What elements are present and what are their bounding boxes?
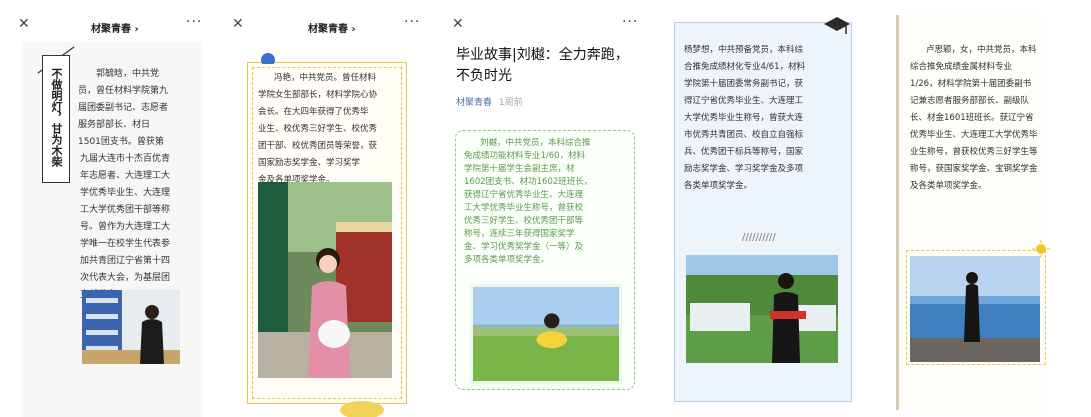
body-line: 杨梦想，中共预备党员，本科综 xyxy=(684,45,804,55)
account-name-link[interactable]: 材聚青春 › xyxy=(308,20,356,35)
body-line: 加共青团辽宁省第十四 xyxy=(80,256,171,266)
blue-dot-decoration xyxy=(261,53,275,64)
more-icon[interactable]: ··· xyxy=(622,15,638,29)
body-line: 称号，获国家奖学金、宝钢奖学金 xyxy=(910,164,1038,174)
close-icon[interactable]: ✕ xyxy=(232,17,244,31)
article-meta: 材聚青春 1周前 xyxy=(456,95,523,108)
body-line: 郭毓晗，中共党 xyxy=(96,69,160,79)
body-line: 学优秀毕业生、大连理 xyxy=(80,188,171,198)
article-panel-3: ✕ ··· 毕业故事|刘樾：全力奔跑，不负时光 材聚青春 1周前 刘樾，中共党员… xyxy=(444,0,644,417)
article-body: 卢思颖，女，中共党员，本科 综合推免成绩金属材料专业 1/26，材料学院第十届团… xyxy=(910,42,1090,195)
body-line: 长、材金1601班班长。获辽宁省 xyxy=(910,113,1034,123)
body-line: 工大学优秀毕业生称号，曾获校 xyxy=(464,203,584,213)
portrait-photo xyxy=(910,256,1040,362)
article-panel-1: ✕ 材聚青春 › ··· 不做明灯，甘为木柴 郭毓晗，中共党 员，曾任材料学院第… xyxy=(0,0,210,417)
body-line: 1/26，材料学院第十届团委副书 xyxy=(910,79,1032,89)
banner-text: 不做明灯，甘为木柴 xyxy=(50,68,63,167)
account-name-link[interactable]: 材聚青春 xyxy=(456,98,492,108)
body-line: 各类单项奖学金。 xyxy=(684,181,753,191)
body-line: 记兼志愿者服务部部长、副级队 xyxy=(910,96,1030,106)
body-line: 号。曾作为大连理工大 xyxy=(80,222,171,232)
body-line: 获得辽宁省优秀毕业生、大连理 xyxy=(464,190,584,200)
body-line: 优秀三好学生、校优秀团干部等 xyxy=(464,216,584,226)
body-line: 免成绩功能材料专业1/60，材料 xyxy=(464,151,586,161)
close-icon[interactable]: ✕ xyxy=(18,17,30,31)
body-line: 会长。在大四年获得了优秀毕 xyxy=(258,107,369,117)
body-line: 次代表大会，为基层团 xyxy=(80,273,171,283)
body-line: 业生称号，曾获校优秀三好学生等 xyxy=(910,147,1038,157)
body-line: 称号，连续三年获得国家奖学 xyxy=(464,229,575,239)
graduation-cap-icon xyxy=(824,17,850,34)
body-line: 兵、优秀团干标兵等称号，国家 xyxy=(684,147,804,157)
body-line: 年志愿者、大连理工大 xyxy=(80,171,171,181)
body-line: 得辽宁省优秀毕业生、大连理工 xyxy=(684,96,804,106)
portrait-photo xyxy=(686,255,838,363)
body-line: 1501团支书。曾获第 xyxy=(78,137,164,147)
body-line: 及各类单项奖学金。 xyxy=(910,181,987,191)
vertical-banner: 不做明灯，甘为木柴 xyxy=(42,55,70,183)
screenshot-stage: ✕ 材聚青春 › ··· 不做明灯，甘为木柴 郭毓晗，中共党 员，曾任材料学院第… xyxy=(0,0,1091,417)
more-icon[interactable]: ··· xyxy=(186,15,202,29)
body-line: 冯艳，中共党员。曾任材料 xyxy=(274,73,377,83)
article-body: 冯艳，中共党员。曾任材料 学院女生部部长，材料学院心协 会长。在大四年获得了优秀… xyxy=(258,70,403,189)
portrait-photo xyxy=(258,182,392,378)
portrait-photo xyxy=(470,284,622,384)
article-panel-4: 杨梦想，中共预备党员，本科综 合推免成绩材化专业4/61，材料 学院第十届团委常… xyxy=(662,0,862,417)
more-icon[interactable]: ··· xyxy=(404,15,420,29)
body-line: 励志奖学金、学习奖学金及多项 xyxy=(684,164,804,174)
body-line: 金、学习优秀奖学金（一等）及 xyxy=(464,242,584,252)
body-line: 业生、校优秀三好学生、校优秀 xyxy=(258,124,378,134)
body-line: 卢思颖，女，中共党员，本科 xyxy=(926,45,1037,55)
article-body: 刘樾，中共党员，本科综合推 免成绩功能材料专业1/60，材料 学院第十届学生会副… xyxy=(464,137,630,267)
body-line: 市优秀共青团员、校自立自强标 xyxy=(684,130,804,140)
body-line: 学院女生部部长，材料学院心协 xyxy=(258,90,378,100)
body-line: 员，曾任材料学院第九 xyxy=(78,86,169,96)
article-title: 毕业故事|刘樾：全力奔跑，不负时光 xyxy=(456,47,629,84)
body-line: 刘樾，中共党员，本科综合推 xyxy=(480,138,591,148)
article-body: 杨梦想，中共预备党员，本科综 合推免成绩材化专业4/61，材料 学院第十届团委常… xyxy=(684,42,850,195)
account-name-link[interactable]: 材聚青春 › xyxy=(91,20,139,35)
body-line: 合推免成绩材化专业4/61，材料 xyxy=(684,62,806,72)
body-line: 综合推免成绩金属材料专业 xyxy=(910,62,1013,72)
publish-time: 1周前 xyxy=(498,98,523,108)
body-line: 九届大连市十杰百优青 xyxy=(80,154,171,164)
divider-slashes: ////////// xyxy=(742,232,776,243)
body-line: 优秀毕业生、大连理工大学优秀毕 xyxy=(910,130,1038,140)
close-icon[interactable]: ✕ xyxy=(452,17,464,31)
article-panel-2: ✕ 材聚青春 › ··· 冯艳，中共党员。曾任材料 学院女生部部长，材料学院心协… xyxy=(222,0,432,417)
article-body-cont: 九届大连市十杰百优青 年志愿者、大连理工大 学优秀毕业生、大连理 工大学优秀团干… xyxy=(80,151,205,304)
body-line: 学院第十届团委常务副书记，获 xyxy=(684,79,804,89)
article-body: 郭毓晗，中共党 员，曾任材料学院第九 届团委副书记、志愿者 服务部部长、材日 1… xyxy=(78,66,198,151)
body-line: 学唯一在校学生代表参 xyxy=(80,239,171,249)
yellow-cloud-decoration xyxy=(340,401,384,417)
body-line: 工大学优秀团干部等称 xyxy=(80,205,171,215)
body-line: 多项各类单项奖学金。 xyxy=(464,255,550,265)
body-line: 团干部、校优秀团员等荣誉，获 xyxy=(258,141,378,151)
body-line: 届团委副书记、志愿者 xyxy=(78,103,169,113)
article-panel-5: 卢思颖，女，中共党员，本科 综合推免成绩金属材料专业 1/26，材料学院第十届团… xyxy=(888,0,1091,417)
body-line: 1602团支书、材功1602班班长， xyxy=(464,177,593,187)
body-line: 大学优秀毕业生称号，曾获大连 xyxy=(684,113,804,123)
portrait-photo xyxy=(82,290,180,364)
body-line: 国家励志奖学金、学习奖学 xyxy=(258,158,361,168)
body-line: 学院第十届学生会副主席，材 xyxy=(464,164,575,174)
body-line: 服务部部长、材日 xyxy=(78,120,151,130)
